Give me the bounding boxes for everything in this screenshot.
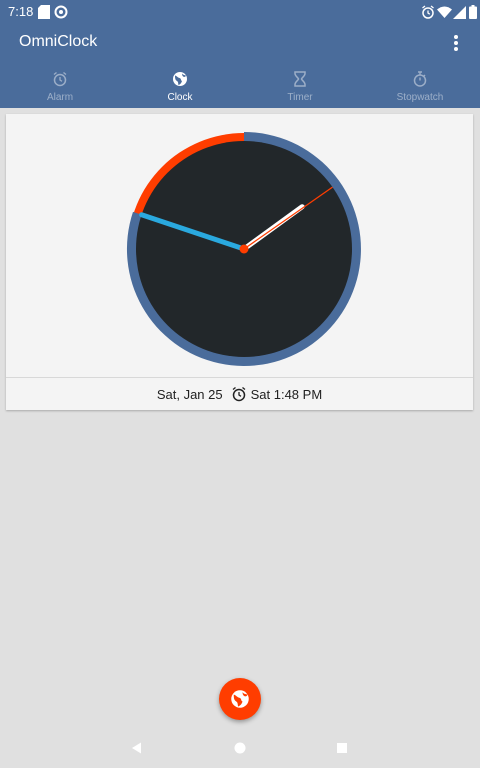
back-icon[interactable] (129, 740, 145, 756)
status-bar: 7:18 (0, 0, 480, 24)
alarm-icon (420, 3, 436, 21)
clock-footer: Sat, Jan 25 Sat 1:48 PM (6, 378, 473, 410)
globe-icon (172, 71, 188, 87)
tab-alarm[interactable]: Alarm (0, 68, 120, 108)
alarm-icon (231, 386, 247, 402)
analog-clock (126, 132, 361, 366)
tab-label: Clock (167, 92, 193, 103)
tab-label: Timer (287, 92, 313, 103)
app-bar: OmniClock Alarm Clock Timer Stopwatch (0, 24, 480, 108)
recents-icon[interactable] (334, 740, 350, 756)
tab-clock[interactable]: Clock (120, 68, 240, 108)
next-alarm-label: Sat 1:48 PM (250, 386, 323, 402)
add-city-button[interactable] (219, 678, 261, 720)
hourglass-icon (292, 71, 308, 87)
tab-stopwatch[interactable]: Stopwatch (360, 68, 480, 108)
stopwatch-icon (412, 71, 428, 87)
home-icon[interactable] (232, 740, 248, 756)
sd-card-icon (36, 3, 52, 21)
clock-card: Sat, Jan 25 Sat 1:48 PM (6, 114, 473, 410)
more-vert-icon[interactable] (448, 34, 464, 52)
battery-icon (465, 3, 480, 21)
wifi-icon (436, 3, 452, 21)
clock-center-dot (239, 244, 249, 254)
status-time: 7:18 (8, 4, 34, 19)
date-label: Sat, Jan 25 (156, 386, 223, 402)
globe-icon (230, 689, 250, 709)
tab-bar: Alarm Clock Timer Stopwatch (0, 68, 480, 108)
tab-label: Alarm (46, 92, 74, 103)
app-title: OmniClock (19, 33, 98, 50)
alarm-icon (52, 71, 68, 87)
tab-timer[interactable]: Timer (240, 68, 360, 108)
do-not-disturb-icon (53, 3, 69, 21)
nav-bar (0, 728, 480, 768)
tab-label: Stopwatch (396, 92, 444, 103)
